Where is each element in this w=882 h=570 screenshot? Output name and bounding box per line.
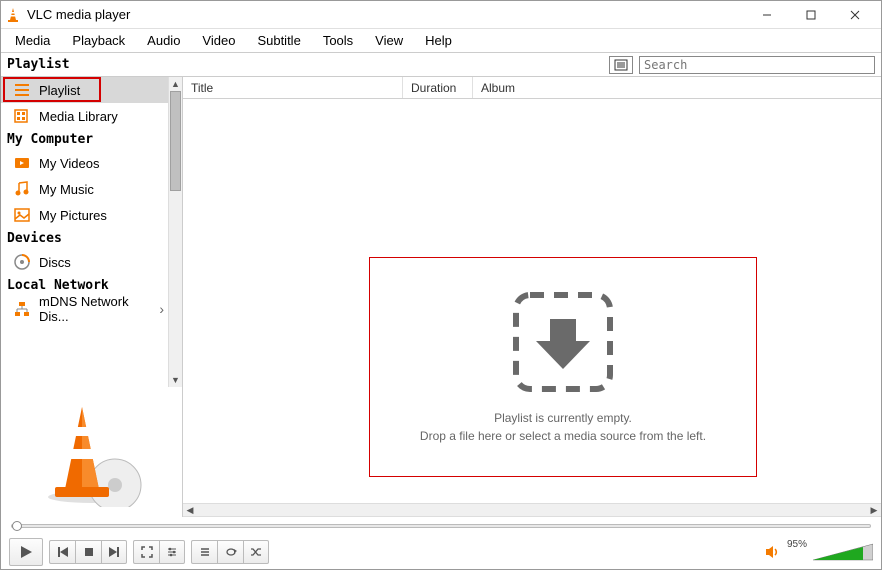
controls-bar: 95% (1, 535, 881, 569)
next-button[interactable] (101, 540, 127, 564)
menu-media[interactable]: Media (5, 31, 60, 50)
scroll-left-icon[interactable]: ◀ (183, 505, 197, 516)
scroll-up-icon[interactable]: ▲ (169, 77, 182, 91)
sidebar-item-media-library[interactable]: Media Library (1, 103, 168, 129)
menu-subtitle[interactable]: Subtitle (247, 31, 310, 50)
volume-control[interactable]: 95% (765, 542, 873, 562)
pictures-icon (13, 206, 31, 224)
stop-button[interactable] (75, 540, 101, 564)
sidebar: Playlist Media Library My Computer My Vi… (1, 77, 183, 517)
playlist-icon (13, 81, 31, 99)
empty-text-line1: Playlist is currently empty. (420, 409, 706, 427)
menu-playback[interactable]: Playback (62, 31, 135, 50)
scrollbar-thumb[interactable] (170, 91, 181, 191)
close-button[interactable] (833, 4, 877, 26)
menu-bar: Media Playback Audio Video Subtitle Tool… (1, 29, 881, 53)
video-icon (13, 154, 31, 172)
column-headers: Title Duration Album (183, 77, 881, 99)
sidebar-item-playlist[interactable]: Playlist (1, 77, 168, 103)
sidebar-item-my-videos[interactable]: My Videos (1, 150, 168, 176)
column-title[interactable]: Title (183, 77, 403, 98)
playlist-button[interactable] (191, 540, 217, 564)
fullscreen-button[interactable] (133, 540, 159, 564)
empty-text-line2: Drop a file here or select a media sourc… (420, 427, 706, 445)
extended-settings-button[interactable] (159, 540, 185, 564)
main-panel: Title Duration Album Playlist is current… (183, 77, 881, 517)
main-horizontal-scrollbar[interactable]: ◀ ▶ (183, 503, 881, 517)
previous-button[interactable] (49, 540, 75, 564)
loop-button[interactable] (217, 540, 243, 564)
playlist-header-label: Playlist (1, 57, 609, 72)
search-box[interactable] (639, 56, 875, 74)
menu-view[interactable]: View (365, 31, 413, 50)
sidebar-item-label: My Music (39, 182, 94, 197)
sidebar-item-my-music[interactable]: My Music (1, 176, 168, 202)
speaker-icon[interactable] (765, 545, 781, 559)
shuffle-button[interactable] (243, 540, 269, 564)
music-icon (13, 180, 31, 198)
sidebar-section-devices: Devices (1, 228, 168, 249)
content: Playlist Media Library My Computer My Vi… (1, 77, 881, 517)
titlebar: VLC media player (1, 1, 881, 29)
volume-percent: 95% (787, 539, 807, 550)
sidebar-item-label: Media Library (39, 109, 118, 124)
maximize-button[interactable] (789, 4, 833, 26)
sidebar-item-mdns[interactable]: mDNS Network Dis... › (1, 296, 168, 322)
seek-bar[interactable] (1, 517, 881, 535)
sidebar-scrollbar[interactable]: ▲ ▼ (168, 77, 182, 387)
sidebar-item-label: My Videos (39, 156, 99, 171)
sidebar-item-my-pictures[interactable]: My Pictures (1, 202, 168, 228)
column-album[interactable]: Album (473, 77, 881, 98)
seek-track[interactable] (11, 524, 871, 528)
minimize-button[interactable] (745, 4, 789, 26)
seek-thumb[interactable] (12, 521, 22, 531)
view-mode-button[interactable] (609, 56, 633, 74)
sidebar-item-label: Discs (39, 255, 71, 270)
play-button[interactable] (9, 538, 43, 566)
column-duration[interactable]: Duration (403, 77, 473, 98)
window-title: VLC media player (27, 7, 745, 22)
sidebar-section-local-network: Local Network (1, 275, 168, 296)
menu-video[interactable]: Video (192, 31, 245, 50)
drop-target-icon (510, 289, 616, 395)
playlist-header: Playlist (1, 53, 881, 77)
search-input[interactable] (640, 57, 874, 73)
volume-slider[interactable] (813, 542, 873, 562)
sidebar-item-label: Playlist (39, 83, 80, 98)
media-library-icon (13, 107, 31, 125)
annotation-highlight-main: Playlist is currently empty. Drop a file… (369, 257, 757, 477)
menu-tools[interactable]: Tools (313, 31, 363, 50)
chevron-right-icon: › (159, 301, 164, 317)
playlist-drop-area[interactable]: Playlist is currently empty. Drop a file… (183, 99, 881, 503)
scroll-down-icon[interactable]: ▼ (169, 373, 182, 387)
sidebar-section-my-computer: My Computer (1, 129, 168, 150)
album-art (1, 387, 182, 517)
network-icon (13, 300, 31, 318)
sidebar-item-discs[interactable]: Discs (1, 249, 168, 275)
sidebar-item-label: My Pictures (39, 208, 107, 223)
sidebar-item-label: mDNS Network Dis... (39, 294, 151, 324)
menu-audio[interactable]: Audio (137, 31, 190, 50)
disc-icon (13, 253, 31, 271)
menu-help[interactable]: Help (415, 31, 462, 50)
vlc-cone-icon (5, 7, 21, 23)
scroll-right-icon[interactable]: ▶ (867, 505, 881, 516)
